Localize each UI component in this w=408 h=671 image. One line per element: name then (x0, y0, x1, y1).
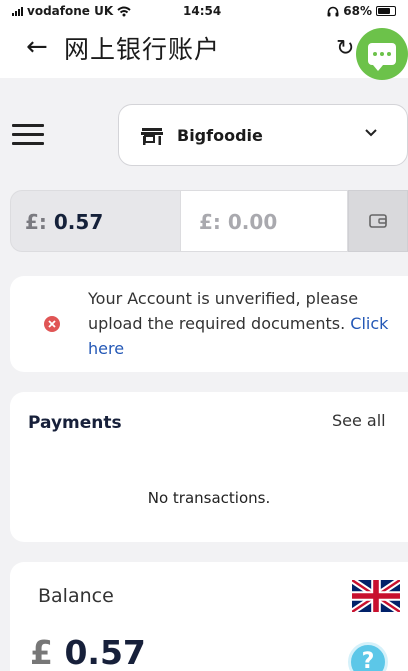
chat-bubble-icon (368, 43, 396, 71)
error-icon (44, 316, 60, 332)
secondary-balance-chip[interactable]: £: 0.00 (180, 190, 348, 252)
secondary-balance-amount: £: 0.00 (199, 209, 277, 235)
refresh-icon[interactable]: ↻ (336, 36, 354, 62)
page-title: 网上银行账户 (64, 35, 221, 64)
main-balance-currency: £: (25, 210, 47, 234)
carrier-name: vodafone UK (27, 4, 114, 18)
store-icon (141, 128, 163, 145)
see-all-link[interactable]: See all (332, 410, 386, 432)
uk-flag-icon[interactable] (352, 580, 400, 612)
unverified-alert: Your Account is unverified, please uploa… (10, 276, 408, 372)
main-balance-value: 0.57 (53, 210, 104, 234)
balance-title: Balance (38, 585, 114, 607)
wallet-button[interactable] (348, 190, 408, 252)
balance-row: £: 0.57 £: 0.00 (0, 190, 408, 252)
empty-transactions-text: No transactions. (147, 489, 271, 507)
nav-bar: ← 网上银行账户 ↻ (0, 22, 408, 80)
payments-card: Payments See all No transactions. (10, 392, 408, 542)
status-time: 14:54 (183, 4, 222, 18)
arrow-left-icon[interactable]: ← (26, 32, 48, 62)
signal-icon (12, 6, 23, 16)
main-balance-chip[interactable]: £: 0.57 (10, 190, 180, 252)
balance-card: Balance £ 0.57 ? (10, 562, 408, 671)
merchant-name: Bigfoodie (177, 126, 263, 145)
balance-value: 0.57 (64, 633, 146, 671)
chevron-down-icon (365, 129, 377, 137)
merchant-dropdown[interactable]: Bigfoodie (118, 104, 408, 166)
secondary-balance-value: 0.00 (227, 210, 278, 234)
main-balance-amount: £: 0.57 (25, 209, 103, 235)
help-icon[interactable]: ? (348, 642, 388, 671)
headphones-icon (327, 6, 339, 16)
menu-icon[interactable] (12, 124, 44, 146)
battery-percent: 68% (343, 4, 372, 18)
balance-amount: £ 0.57 (30, 634, 146, 671)
battery-icon (376, 6, 396, 16)
status-bar: vodafone UK 14:54 68% (0, 0, 408, 22)
alert-message: Your Account is unverified, please uploa… (88, 286, 406, 361)
wallet-icon (369, 214, 387, 228)
payments-title: Payments (28, 413, 122, 433)
status-left: vodafone UK (12, 4, 131, 18)
secondary-balance-currency: £: (199, 210, 221, 234)
wifi-icon (117, 6, 131, 16)
balance-currency: £ (30, 633, 53, 671)
status-right: 68% (327, 4, 396, 18)
chat-button[interactable] (356, 28, 408, 80)
alert-message-text: Your Account is unverified, please uploa… (88, 289, 359, 333)
